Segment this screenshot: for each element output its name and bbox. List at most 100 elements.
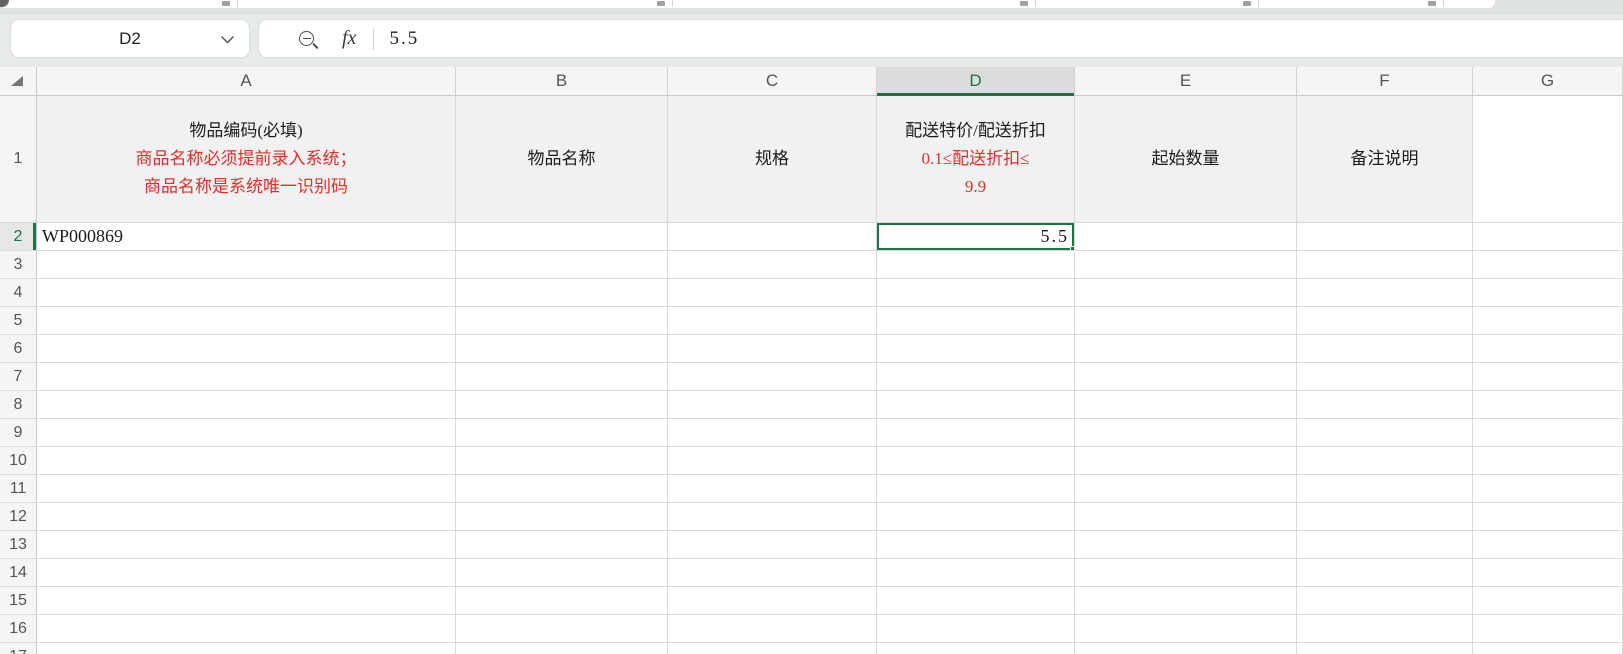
cell-F13[interactable] bbox=[1297, 531, 1473, 559]
cell-C13[interactable] bbox=[668, 531, 877, 559]
col-header-B[interactable]: B bbox=[456, 67, 668, 95]
cell-G12[interactable] bbox=[1473, 503, 1623, 531]
col-header-G[interactable]: G bbox=[1473, 67, 1623, 95]
cell-D13[interactable] bbox=[877, 531, 1075, 559]
row-header-15[interactable]: 15 bbox=[0, 587, 37, 615]
cell-C14[interactable] bbox=[668, 559, 877, 587]
cell-A5[interactable] bbox=[37, 307, 456, 335]
cell-E7[interactable] bbox=[1075, 363, 1297, 391]
cell-C11[interactable] bbox=[668, 475, 877, 503]
cell-F2[interactable] bbox=[1297, 223, 1473, 251]
cell-B12[interactable] bbox=[456, 503, 668, 531]
row-header-12[interactable]: 12 bbox=[0, 503, 37, 531]
dialog-launcher-icon[interactable] bbox=[222, 1, 230, 6]
col-header-F[interactable]: F bbox=[1297, 67, 1473, 95]
cell-D16[interactable] bbox=[877, 615, 1075, 643]
fx-icon[interactable]: fx bbox=[342, 27, 356, 50]
cell-B7[interactable] bbox=[456, 363, 668, 391]
cell-D6[interactable] bbox=[877, 335, 1075, 363]
row-header-2[interactable]: 2 bbox=[0, 223, 37, 251]
cell-D4[interactable] bbox=[877, 279, 1075, 307]
cell-B2[interactable] bbox=[456, 223, 668, 251]
row-header-11[interactable]: 11 bbox=[0, 475, 37, 503]
cell-G4[interactable] bbox=[1473, 279, 1623, 307]
col-header-A[interactable]: A bbox=[37, 67, 456, 95]
cell-E1[interactable]: 起始数量 bbox=[1075, 96, 1297, 223]
cell-A7[interactable] bbox=[37, 363, 456, 391]
cell-A6[interactable] bbox=[37, 335, 456, 363]
cell-F11[interactable] bbox=[1297, 475, 1473, 503]
cell-D15[interactable] bbox=[877, 587, 1075, 615]
cell-B4[interactable] bbox=[456, 279, 668, 307]
cell-G10[interactable] bbox=[1473, 447, 1623, 475]
formula-bar-value[interactable]: 5.5 bbox=[389, 28, 419, 50]
cell-C12[interactable] bbox=[668, 503, 877, 531]
cell-A10[interactable] bbox=[37, 447, 456, 475]
row-header-9[interactable]: 9 bbox=[0, 419, 37, 447]
cell-G1[interactable] bbox=[1473, 96, 1623, 223]
cell-E13[interactable] bbox=[1075, 531, 1297, 559]
cell-D8[interactable] bbox=[877, 391, 1075, 419]
cell-B11[interactable] bbox=[456, 475, 668, 503]
cell-C9[interactable] bbox=[668, 419, 877, 447]
cell-D3[interactable] bbox=[877, 251, 1075, 279]
cell-G9[interactable] bbox=[1473, 419, 1623, 447]
row-header-14[interactable]: 14 bbox=[0, 559, 37, 587]
row-header-4[interactable]: 4 bbox=[0, 279, 37, 307]
cell-C2[interactable] bbox=[668, 223, 877, 251]
cell-E9[interactable] bbox=[1075, 419, 1297, 447]
cell-E14[interactable] bbox=[1075, 559, 1297, 587]
row-header-16[interactable]: 16 bbox=[0, 615, 37, 643]
cell-F8[interactable] bbox=[1297, 391, 1473, 419]
cell-E8[interactable] bbox=[1075, 391, 1297, 419]
cell-E3[interactable] bbox=[1075, 251, 1297, 279]
cell-A3[interactable] bbox=[37, 251, 456, 279]
cell-C15[interactable] bbox=[668, 587, 877, 615]
formula-bar[interactable]: fx 5.5 bbox=[258, 19, 1623, 58]
cell-F6[interactable] bbox=[1297, 335, 1473, 363]
cell-E4[interactable] bbox=[1075, 279, 1297, 307]
row-header-13[interactable]: 13 bbox=[0, 531, 37, 559]
dialog-launcher-icon[interactable] bbox=[657, 1, 665, 6]
cell-A9[interactable] bbox=[37, 419, 456, 447]
cell-E16[interactable] bbox=[1075, 615, 1297, 643]
row-header-10[interactable]: 10 bbox=[0, 447, 37, 475]
cell-D11[interactable] bbox=[877, 475, 1075, 503]
cell-G8[interactable] bbox=[1473, 391, 1623, 419]
chevron-down-icon[interactable] bbox=[221, 36, 234, 44]
row-header-3[interactable]: 3 bbox=[0, 251, 37, 279]
col-header-D[interactable]: D bbox=[877, 67, 1075, 96]
cell-C3[interactable] bbox=[668, 251, 877, 279]
name-box[interactable]: D2 bbox=[10, 19, 250, 58]
cell-B10[interactable] bbox=[456, 447, 668, 475]
cell-D17[interactable] bbox=[877, 643, 1075, 654]
cell-A17[interactable] bbox=[37, 643, 456, 654]
row-header-8[interactable]: 8 bbox=[0, 391, 37, 419]
cell-C16[interactable] bbox=[668, 615, 877, 643]
cell-D12[interactable] bbox=[877, 503, 1075, 531]
cell-A12[interactable] bbox=[37, 503, 456, 531]
row-header-1[interactable]: 1 bbox=[0, 96, 37, 223]
cell-C8[interactable] bbox=[668, 391, 877, 419]
cell-B15[interactable] bbox=[456, 587, 668, 615]
cell-F3[interactable] bbox=[1297, 251, 1473, 279]
cell-A8[interactable] bbox=[37, 391, 456, 419]
cell-G16[interactable] bbox=[1473, 615, 1623, 643]
cell-B8[interactable] bbox=[456, 391, 668, 419]
cell-A14[interactable] bbox=[37, 559, 456, 587]
col-header-E[interactable]: E bbox=[1075, 67, 1297, 95]
cell-E2[interactable] bbox=[1075, 223, 1297, 251]
row-header-5[interactable]: 5 bbox=[0, 307, 37, 335]
cell-D9[interactable] bbox=[877, 419, 1075, 447]
cell-G15[interactable] bbox=[1473, 587, 1623, 615]
cell-A15[interactable] bbox=[37, 587, 456, 615]
dialog-launcher-icon[interactable] bbox=[1243, 1, 1251, 6]
cell-A13[interactable] bbox=[37, 531, 456, 559]
cell-F9[interactable] bbox=[1297, 419, 1473, 447]
cell-A4[interactable] bbox=[37, 279, 456, 307]
cell-C4[interactable] bbox=[668, 279, 877, 307]
magnifier-minus-icon[interactable] bbox=[299, 31, 314, 46]
row-header-7[interactable]: 7 bbox=[0, 363, 37, 391]
cell-A2[interactable]: WP000869 bbox=[37, 223, 456, 251]
cell-C6[interactable] bbox=[668, 335, 877, 363]
